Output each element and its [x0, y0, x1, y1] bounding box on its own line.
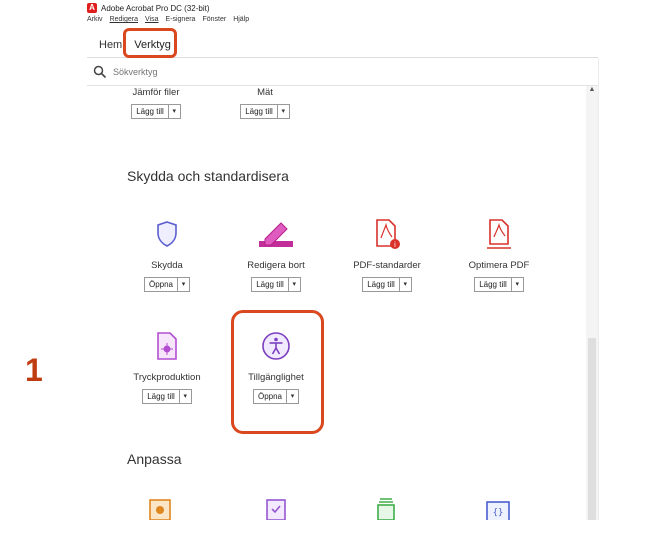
stack-tool-icon[interactable] [374, 496, 398, 520]
chevron-down-icon[interactable]: ▾ [178, 278, 190, 291]
shield-icon [157, 221, 177, 247]
window-title: Adobe Acrobat Pro DC (32-bit) [101, 3, 210, 13]
add-button-group: Lägg till ▾ [251, 277, 301, 292]
open-button[interactable]: Öppna [144, 278, 179, 291]
svg-text:i: i [394, 241, 396, 249]
tool-label: Mät [257, 87, 273, 98]
acrobat-logo-icon: A [87, 3, 97, 13]
add-button[interactable]: Lägg till [143, 390, 180, 403]
menu-hjalp[interactable]: Hjälp [233, 16, 249, 29]
code-tool-icon[interactable]: {} [485, 500, 511, 520]
pdf-standards-icon: i [376, 219, 400, 249]
add-button-group: Lägg till ▾ [240, 104, 290, 119]
tool-label: Tryckproduktion [133, 372, 201, 383]
tool-optimize-pdf[interactable]: Optimera PDF Lägg till ▾ [444, 214, 554, 292]
menu-arkiv[interactable]: Arkiv [87, 16, 103, 29]
tool-redact[interactable]: Redigera bort Lägg till ▾ [221, 214, 331, 292]
chevron-down-icon[interactable]: ▾ [399, 278, 411, 291]
chevron-down-icon[interactable]: ▾ [277, 105, 289, 118]
search-icon [93, 65, 107, 78]
add-button-group: Lägg till ▾ [362, 277, 412, 292]
add-button[interactable]: Lägg till [252, 278, 289, 291]
tool-protect[interactable]: Skydda Öppna ▾ [112, 214, 222, 292]
redact-icon [259, 222, 293, 247]
tool-label: Optimera PDF [468, 260, 530, 271]
tool-print-production[interactable]: Tryckproduktion Lägg till ▾ [112, 326, 222, 404]
tool-label: Jämför filer [132, 87, 180, 98]
search-bar [87, 58, 598, 86]
title-bar: A Adobe Acrobat Pro DC (32-bit) [87, 1, 210, 15]
chevron-down-icon[interactable]: ▾ [179, 390, 191, 403]
scroll-thumb[interactable] [588, 338, 596, 520]
tool-compare-files: Jämför filer Lägg till ▾ [101, 87, 211, 119]
add-button-group: Lägg till ▾ [131, 104, 181, 119]
settings-tool-icon[interactable] [148, 498, 172, 520]
add-button-group: Lägg till ▾ [474, 277, 524, 292]
scroll-up-icon[interactable]: ▲ [586, 86, 598, 96]
add-button[interactable]: Lägg till [475, 278, 512, 291]
tool-label: Skydda [151, 260, 183, 271]
add-button-group: Lägg till ▾ [142, 389, 192, 404]
open-button-group: Öppna ▾ [143, 277, 191, 292]
chevron-down-icon[interactable]: ▾ [168, 105, 180, 118]
chevron-down-icon[interactable]: ▾ [288, 278, 300, 291]
tools-content: Jämför filer Lägg till ▾ Mät Lägg till ▾… [87, 86, 598, 520]
menu-fonster[interactable]: Fönster [202, 16, 226, 29]
section-title-customize: Anpassa [127, 451, 182, 467]
print-production-icon [157, 332, 177, 360]
accessibility-highlight [231, 310, 324, 434]
tool-label: Redigera bort [247, 260, 305, 271]
chevron-down-icon[interactable]: ▾ [511, 278, 523, 291]
checklist-tool-icon[interactable] [264, 498, 288, 520]
tool-measure: Mät Lägg till ▾ [210, 87, 320, 119]
tool-label: PDF-standarder [353, 260, 421, 271]
section-title-protect: Skydda och standardisera [127, 168, 289, 184]
scrollbar[interactable]: ▲ [586, 86, 598, 520]
step-number: 1 [25, 352, 43, 388]
tool-pdf-standards[interactable]: i PDF-standarder Lägg till ▾ [332, 214, 442, 292]
add-button[interactable]: Lägg till [241, 105, 278, 118]
tools-tab-highlight [123, 28, 177, 58]
search-input[interactable] [111, 65, 315, 78]
optimize-pdf-icon [487, 219, 511, 249]
svg-text:{}: {} [493, 508, 504, 518]
add-button[interactable]: Lägg till [132, 105, 169, 118]
panel-divider [598, 58, 599, 520]
add-button[interactable]: Lägg till [363, 278, 400, 291]
